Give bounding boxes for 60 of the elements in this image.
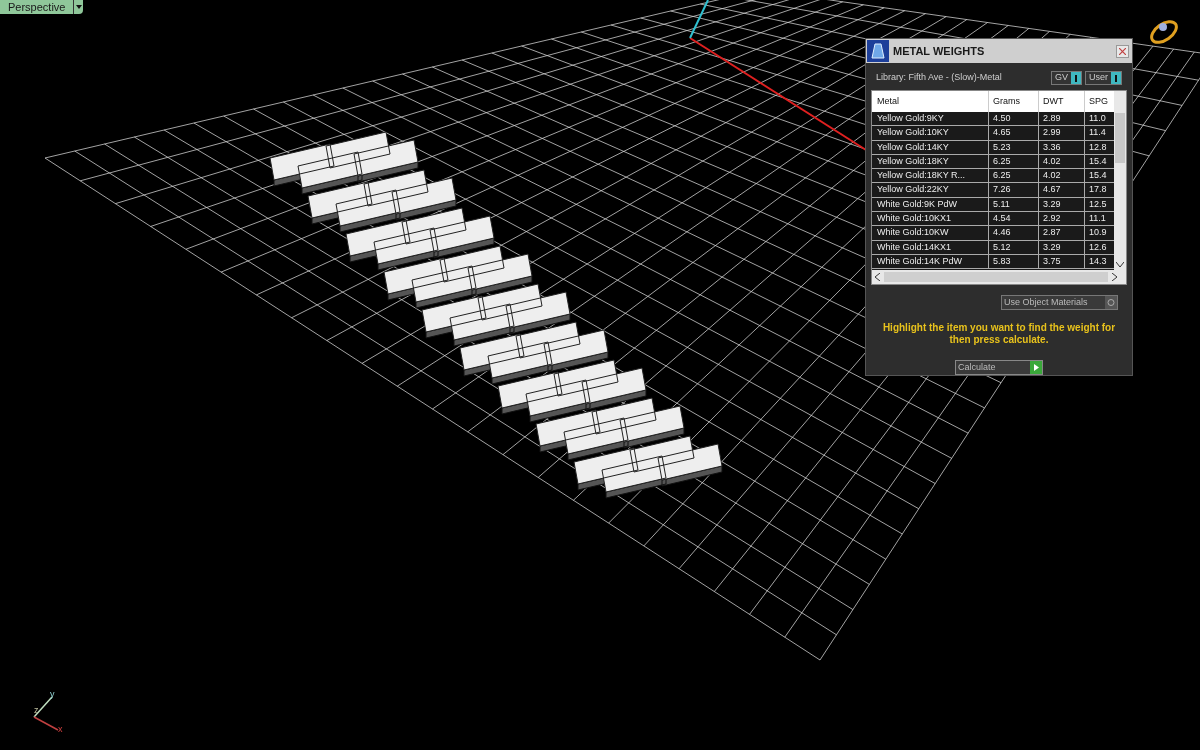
table-cell: 3.36 [1039,140,1085,154]
table-cell: 5.12 [989,240,1039,254]
dropdown-icon [1105,296,1117,309]
calculate-button[interactable]: Calculate [955,360,1043,375]
table-cell: Yellow Gold:18KY R... [872,169,989,183]
table-cell: 3.29 [1039,240,1085,254]
scrollbar-thumb[interactable] [1115,113,1126,163]
table-cell: 4.65 [989,126,1039,140]
table-cell: 3.75 [1039,254,1085,269]
instruction-text: Highlight the item you want to find the weight for then press calculate. [881,322,1117,346]
table-cell: 6.25 [989,169,1039,183]
table-cell: White Gold:9K PdW [872,197,989,212]
flask-logo-icon [867,40,889,62]
table-cell: 4.46 [989,226,1039,240]
table-cell: 6.25 [989,154,1039,169]
material-dropdown[interactable]: Use Object Materials [1001,295,1118,310]
dropdown-icon[interactable] [73,0,84,14]
table-cell: White Gold:14K PdW [872,254,989,269]
table-cell: Yellow Gold:18KY [872,154,989,169]
table-cell: White Gold:14KX1 [872,240,989,254]
horizontal-scrollbar[interactable] [872,270,1126,284]
column-header[interactable]: DWT [1039,91,1085,112]
axis-label: y [50,688,55,701]
table-cell: 5.23 [989,140,1039,154]
axis-label: z [34,704,39,717]
close-button[interactable] [1116,44,1129,58]
table-cell: 4.67 [1039,183,1085,197]
scroll-down-icon[interactable] [1116,262,1125,267]
table-cell: 4.02 [1039,154,1085,169]
table-cell: Yellow Gold:9KY [872,112,989,126]
table-cell: White Gold:10KW [872,226,989,240]
scroll-right-icon[interactable] [1112,273,1117,281]
ring-icon [1150,20,1178,44]
table-cell: 5.11 [989,197,1039,212]
table-cell: 2.99 [1039,126,1085,140]
column-header[interactable]: Metal [872,91,989,112]
table-cell: 7.26 [989,183,1039,197]
vertical-scrollbar[interactable] [1114,91,1126,270]
table-cell: 4.54 [989,212,1039,226]
axis-label: x [58,723,63,736]
table-cell: 4.50 [989,112,1039,126]
table-cell: 5.83 [989,254,1039,269]
column-header[interactable]: Grams [989,91,1039,112]
table-cell: White Gold:10KX1 [872,212,989,226]
toggle-button[interactable]: GV [1050,71,1082,85]
play-icon [1030,361,1042,374]
table-cell: 3.29 [1039,197,1085,212]
panel-title: METAL WEIGHTS [893,43,986,59]
library-label: Library: Fifth Ave - (Slow)-Metal [876,71,1002,85]
table-cell: 2.92 [1039,212,1085,226]
table-cell: Yellow Gold:22KY [872,183,989,197]
scroll-left-icon[interactable] [875,273,880,281]
scrollbar-thumb[interactable] [884,272,1108,282]
table-cell: 4.02 [1039,169,1085,183]
close-icon [1119,47,1126,55]
table-cell: 2.89 [1039,112,1085,126]
toggle-button[interactable]: User [1085,71,1122,85]
table-cell: Yellow Gold:10KY [872,126,989,140]
table-cell: Yellow Gold:14KY [872,140,989,154]
table-cell: 2.87 [1039,226,1085,240]
